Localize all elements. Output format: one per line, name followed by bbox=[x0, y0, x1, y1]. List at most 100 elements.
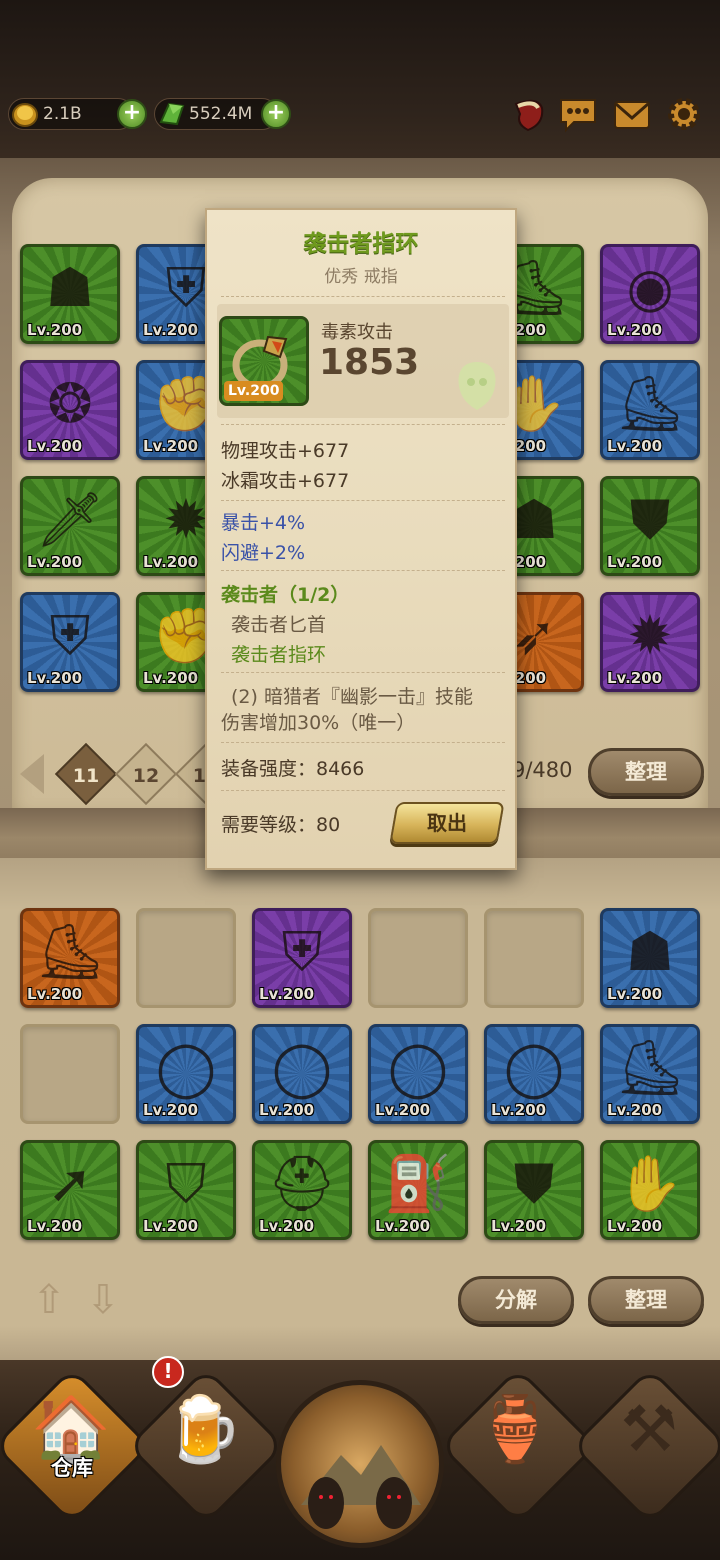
stat-physical-attack: 物理攻击+677 bbox=[221, 440, 350, 462]
poison-skull-icon bbox=[458, 362, 496, 410]
dagger-icon: 🗡 bbox=[35, 488, 105, 551]
item-slot[interactable]: ❂ Lv.200 bbox=[20, 360, 120, 460]
item-level: Lv.200 bbox=[375, 1101, 431, 1119]
sort-storage-button[interactable]: 整理 bbox=[588, 748, 704, 796]
item-level: Lv.200 bbox=[491, 1217, 547, 1235]
item-slot[interactable]: ⛊ Lv.200 bbox=[600, 476, 700, 576]
item-slot[interactable]: ⛨ Lv.200 bbox=[252, 908, 352, 1008]
item-level: Lv.200 bbox=[259, 1217, 315, 1235]
nav-warehouse[interactable]: 🏠 仓库 bbox=[0, 1360, 152, 1526]
nav-treasure[interactable]: 🏺 bbox=[438, 1360, 598, 1526]
item-level: Lv.200 bbox=[143, 321, 199, 339]
glove-icon: ✋ bbox=[616, 1152, 684, 1215]
armor-icon: ⛊ bbox=[513, 1152, 555, 1215]
gold-counter: 2.1B + bbox=[8, 98, 147, 130]
ring-icon: ◯ bbox=[271, 1036, 333, 1099]
cape-icon: ⛨ bbox=[49, 604, 91, 667]
item-level: Lv.200 bbox=[607, 669, 663, 687]
nav-adventure[interactable] bbox=[276, 1380, 444, 1548]
item-icon: Lv.200 bbox=[219, 316, 309, 406]
move-up-icon[interactable]: ⇧ bbox=[28, 1280, 70, 1322]
warehouse-icon: 🏠 bbox=[31, 1393, 111, 1467]
hat-icon: ⛽ bbox=[384, 1152, 452, 1215]
gem-counter: 552.4M + bbox=[154, 98, 291, 130]
item-slot[interactable]: ⛸ Lv.200 bbox=[600, 360, 700, 460]
sort-bag-button[interactable]: 整理 bbox=[588, 1276, 704, 1324]
spellbook-icon: ✹ bbox=[627, 604, 673, 667]
required-level: 需要等级：80 bbox=[221, 814, 341, 836]
item-quality-type: 优秀 戒指 bbox=[324, 267, 398, 287]
item-level: Lv.200 bbox=[375, 1217, 431, 1235]
item-level: Lv.200 bbox=[607, 321, 663, 339]
item-level: Lv.200 bbox=[27, 553, 83, 571]
set-name: 袭击者（1/2） bbox=[221, 584, 350, 606]
boots-icon: ⛸ bbox=[615, 372, 685, 435]
item-level: Lv.200 bbox=[143, 669, 199, 687]
stat-frost-attack: 冰霜攻击+677 bbox=[221, 470, 350, 492]
item-slot[interactable]: ◯ Lv.200 bbox=[136, 1024, 236, 1124]
set-bonus-line2: 伤害增加30%（唯一） bbox=[221, 712, 416, 734]
item-tooltip: 袭击者指环 优秀 戒指 Lv.200 毒素攻击 1853 物理攻击+677 冰霜… bbox=[205, 208, 517, 870]
treasure-pot-icon: 🏺 bbox=[475, 1393, 555, 1467]
cape-icon: ⛨ bbox=[281, 920, 323, 983]
armor-icon: ⛊ bbox=[629, 488, 671, 551]
nav-warehouse-label: 仓库 bbox=[51, 1456, 93, 1480]
item-slot[interactable]: ◯ Lv.200 bbox=[484, 1024, 584, 1124]
gem-amount: 552.4M bbox=[189, 104, 253, 124]
nav-forge[interactable]: ⚒ bbox=[570, 1360, 720, 1526]
chat-icon[interactable] bbox=[558, 94, 598, 134]
set-bonus-line1: (2) 暗猎者『幽影一击』技能 bbox=[231, 686, 473, 708]
empty-slot[interactable] bbox=[484, 908, 584, 1008]
item-level: Lv.200 bbox=[607, 1101, 663, 1119]
empty-slot[interactable] bbox=[136, 908, 236, 1008]
alert-badge: ! bbox=[152, 1356, 184, 1388]
gold-amount: 2.1B bbox=[43, 104, 82, 124]
item-slot[interactable]: ⛽ Lv.200 bbox=[368, 1140, 468, 1240]
storage-capacity: 9/480 bbox=[512, 758, 573, 782]
item-slot[interactable]: ◯ Lv.200 bbox=[252, 1024, 352, 1124]
item-slot[interactable]: ⛑ Lv.200 bbox=[252, 1140, 352, 1240]
item-slot[interactable]: ◉ Lv.200 bbox=[600, 244, 700, 344]
item-slot[interactable]: ⛸ Lv.200 bbox=[20, 908, 120, 1008]
item-slot[interactable]: ⛸ Lv.200 bbox=[600, 1024, 700, 1124]
item-slot[interactable]: ⛊ Lv.200 bbox=[484, 1140, 584, 1240]
green-gem-icon bbox=[159, 102, 185, 126]
item-slot[interactable]: ⛨ Lv.200 bbox=[20, 592, 120, 692]
boots-icon: ⛸ bbox=[35, 920, 105, 983]
item-slot[interactable]: ⛉ Lv.200 bbox=[136, 1140, 236, 1240]
empty-slot[interactable] bbox=[20, 1024, 120, 1124]
item-level: Lv.200 bbox=[259, 985, 315, 1003]
item-level: Lv.200 bbox=[27, 669, 83, 687]
prev-page-arrow[interactable] bbox=[20, 754, 44, 794]
main-stat-label: 毒素攻击 bbox=[321, 322, 393, 343]
ring-icon: ◯ bbox=[155, 1036, 217, 1099]
add-gold-button[interactable]: + bbox=[117, 99, 147, 129]
gear-icon[interactable] bbox=[664, 94, 704, 134]
equipment-strength: 装备强度：8466 bbox=[221, 758, 365, 780]
move-down-icon[interactable]: ⇩ bbox=[82, 1280, 124, 1322]
item-slot[interactable]: 🗡 Lv.200 bbox=[20, 476, 120, 576]
potion-horn-icon[interactable] bbox=[508, 94, 548, 134]
top-bar: 2.1B + 552.4M + bbox=[0, 0, 720, 165]
item-slot[interactable]: ✹ Lv.200 bbox=[600, 592, 700, 692]
take-out-button[interactable]: 取出 bbox=[389, 802, 505, 844]
item-slot[interactable]: ✋ Lv.200 bbox=[600, 1140, 700, 1240]
shield-icon: ⛉ bbox=[165, 1152, 207, 1215]
empty-slot[interactable] bbox=[368, 908, 468, 1008]
item-slot[interactable]: ☗ Lv.200 bbox=[600, 908, 700, 1008]
item-level: Lv.200 bbox=[143, 437, 199, 455]
ring-icon: ◯ bbox=[503, 1036, 565, 1099]
divider bbox=[221, 296, 505, 297]
set-piece-dagger: 袭击者匕首 bbox=[231, 614, 327, 636]
amulet-icon: ❂ bbox=[47, 372, 93, 435]
item-slot[interactable]: ☗ Lv.200 bbox=[20, 244, 120, 344]
item-level: Lv.200 bbox=[607, 985, 663, 1003]
main-stat-value: 1853 bbox=[319, 342, 420, 383]
mail-icon[interactable] bbox=[612, 94, 652, 134]
item-level: Lv.200 bbox=[607, 553, 663, 571]
dismantle-button[interactable]: 分解 bbox=[458, 1276, 574, 1324]
add-gems-button[interactable]: + bbox=[261, 99, 291, 129]
item-slot[interactable]: ➚ Lv.200 bbox=[20, 1140, 120, 1240]
orb-icon: ◉ bbox=[626, 256, 674, 319]
item-slot[interactable]: ◯ Lv.200 bbox=[368, 1024, 468, 1124]
